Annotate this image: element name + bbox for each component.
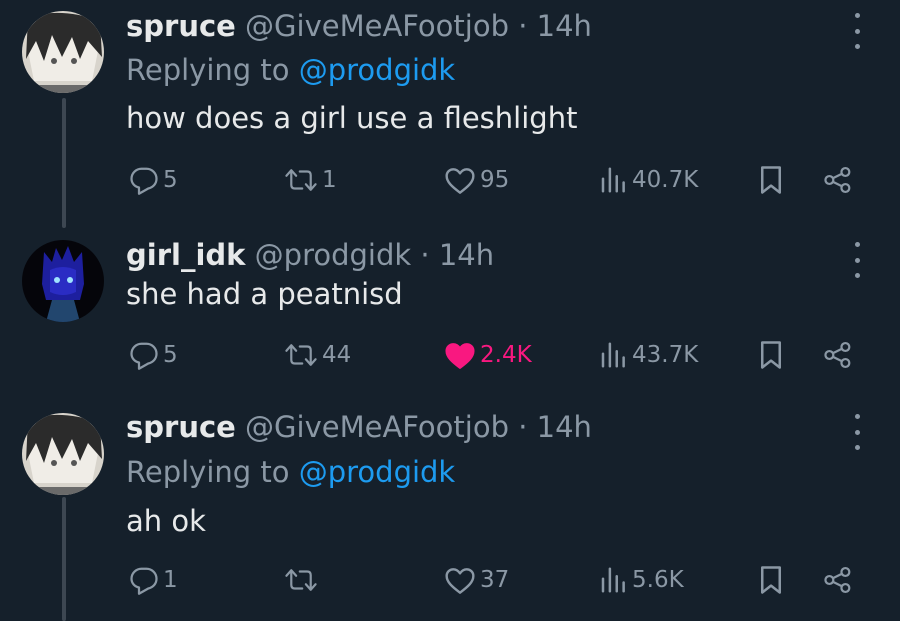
- user-handle[interactable]: @GiveMeAFootjob: [245, 9, 509, 43]
- more-icon[interactable]: [847, 414, 867, 450]
- avatar[interactable]: [22, 11, 104, 93]
- retweet-button[interactable]: 1: [284, 165, 337, 195]
- like-button[interactable]: 95: [444, 165, 509, 195]
- tweet-text: ah ok: [126, 504, 206, 538]
- share-icon: [824, 341, 851, 369]
- reply-count: 5: [163, 167, 178, 193]
- reply-thread: spruce @GiveMeAFootjob · 14h Replying to…: [0, 0, 900, 621]
- views-icon: [601, 167, 625, 193]
- views-icon: [601, 342, 625, 368]
- avatar-image: [22, 240, 104, 322]
- retweet-icon: [285, 344, 317, 366]
- tweet-header: spruce @GiveMeAFootjob · 14h: [126, 410, 592, 444]
- view-count: 5.6K: [632, 567, 684, 593]
- more-icon[interactable]: [847, 13, 867, 49]
- retweet-button[interactable]: 44: [284, 340, 351, 370]
- reply-icon: [130, 567, 158, 595]
- views-button[interactable]: 5.6K: [598, 565, 684, 595]
- separator-dot: ·: [420, 238, 430, 272]
- avatar[interactable]: [22, 413, 104, 495]
- retweet-count: 44: [322, 342, 352, 368]
- bookmark-button[interactable]: [758, 565, 784, 595]
- tweet[interactable]: girl_idk @prodgidk · 14h she had a peatn…: [0, 230, 900, 400]
- more-icon[interactable]: [847, 242, 867, 278]
- bookmark-icon: [761, 341, 781, 369]
- tweet[interactable]: spruce @GiveMeAFootjob · 14h Replying to…: [0, 400, 900, 621]
- tweet[interactable]: spruce @GiveMeAFootjob · 14h Replying to…: [0, 0, 900, 230]
- like-button[interactable]: 2.4K: [444, 340, 532, 370]
- tweet-header: girl_idk @prodgidk · 14h: [126, 238, 494, 272]
- timestamp[interactable]: 14h: [439, 238, 494, 272]
- tweet-text: she had a peatnisd: [126, 277, 403, 311]
- share-button[interactable]: [822, 165, 854, 195]
- like-icon: [445, 568, 475, 594]
- separator-dot: ·: [518, 9, 528, 43]
- like-count: 37: [480, 567, 510, 593]
- reply-button[interactable]: 5: [129, 340, 178, 370]
- like-count: 95: [480, 167, 510, 193]
- retweet-icon: [285, 569, 317, 591]
- retweet-button[interactable]: [284, 565, 322, 595]
- avatar-image: [22, 11, 104, 93]
- reply-button[interactable]: 5: [129, 165, 178, 195]
- share-icon: [824, 166, 851, 194]
- view-count: 43.7K: [632, 342, 699, 368]
- reply-button[interactable]: 1: [129, 565, 178, 595]
- reply-count: 5: [163, 342, 178, 368]
- views-icon: [601, 567, 625, 593]
- share-button[interactable]: [822, 565, 854, 595]
- bookmark-button[interactable]: [758, 165, 784, 195]
- tweet-text: how does a girl use a fleshlight: [126, 101, 578, 135]
- reply-count: 1: [163, 567, 178, 593]
- timestamp[interactable]: 14h: [537, 9, 592, 43]
- bookmark-icon: [761, 166, 781, 194]
- separator-dot: ·: [518, 410, 528, 444]
- display-name[interactable]: spruce: [126, 9, 236, 43]
- user-handle[interactable]: @GiveMeAFootjob: [245, 410, 509, 444]
- like-icon: [445, 343, 475, 369]
- avatar[interactable]: [22, 240, 104, 322]
- retweet-count: 1: [322, 167, 337, 193]
- display-name[interactable]: spruce: [126, 410, 236, 444]
- replying-to: Replying to @prodgidk: [126, 455, 455, 489]
- replying-to-label: Replying to: [126, 53, 290, 87]
- tweet-header: spruce @GiveMeAFootjob · 14h: [126, 9, 592, 43]
- share-icon: [824, 566, 851, 594]
- display-name[interactable]: girl_idk: [126, 238, 245, 272]
- bookmark-icon: [761, 566, 781, 594]
- views-button[interactable]: 40.7K: [598, 165, 698, 195]
- bookmark-button[interactable]: [758, 340, 784, 370]
- like-count: 2.4K: [480, 342, 532, 368]
- replying-to-mention[interactable]: @prodgidk: [299, 53, 456, 87]
- views-button[interactable]: 43.7K: [598, 340, 698, 370]
- reply-icon: [130, 342, 158, 370]
- view-count: 40.7K: [632, 167, 699, 193]
- avatar-image: [22, 413, 104, 495]
- replying-to-label: Replying to: [126, 455, 290, 489]
- replying-to: Replying to @prodgidk: [126, 53, 455, 87]
- like-button[interactable]: 37: [444, 565, 509, 595]
- like-icon: [445, 168, 475, 194]
- share-button[interactable]: [822, 340, 854, 370]
- replying-to-mention[interactable]: @prodgidk: [299, 455, 456, 489]
- retweet-icon: [285, 169, 317, 191]
- reply-icon: [130, 167, 158, 195]
- user-handle[interactable]: @prodgidk: [255, 238, 412, 272]
- timestamp[interactable]: 14h: [537, 410, 592, 444]
